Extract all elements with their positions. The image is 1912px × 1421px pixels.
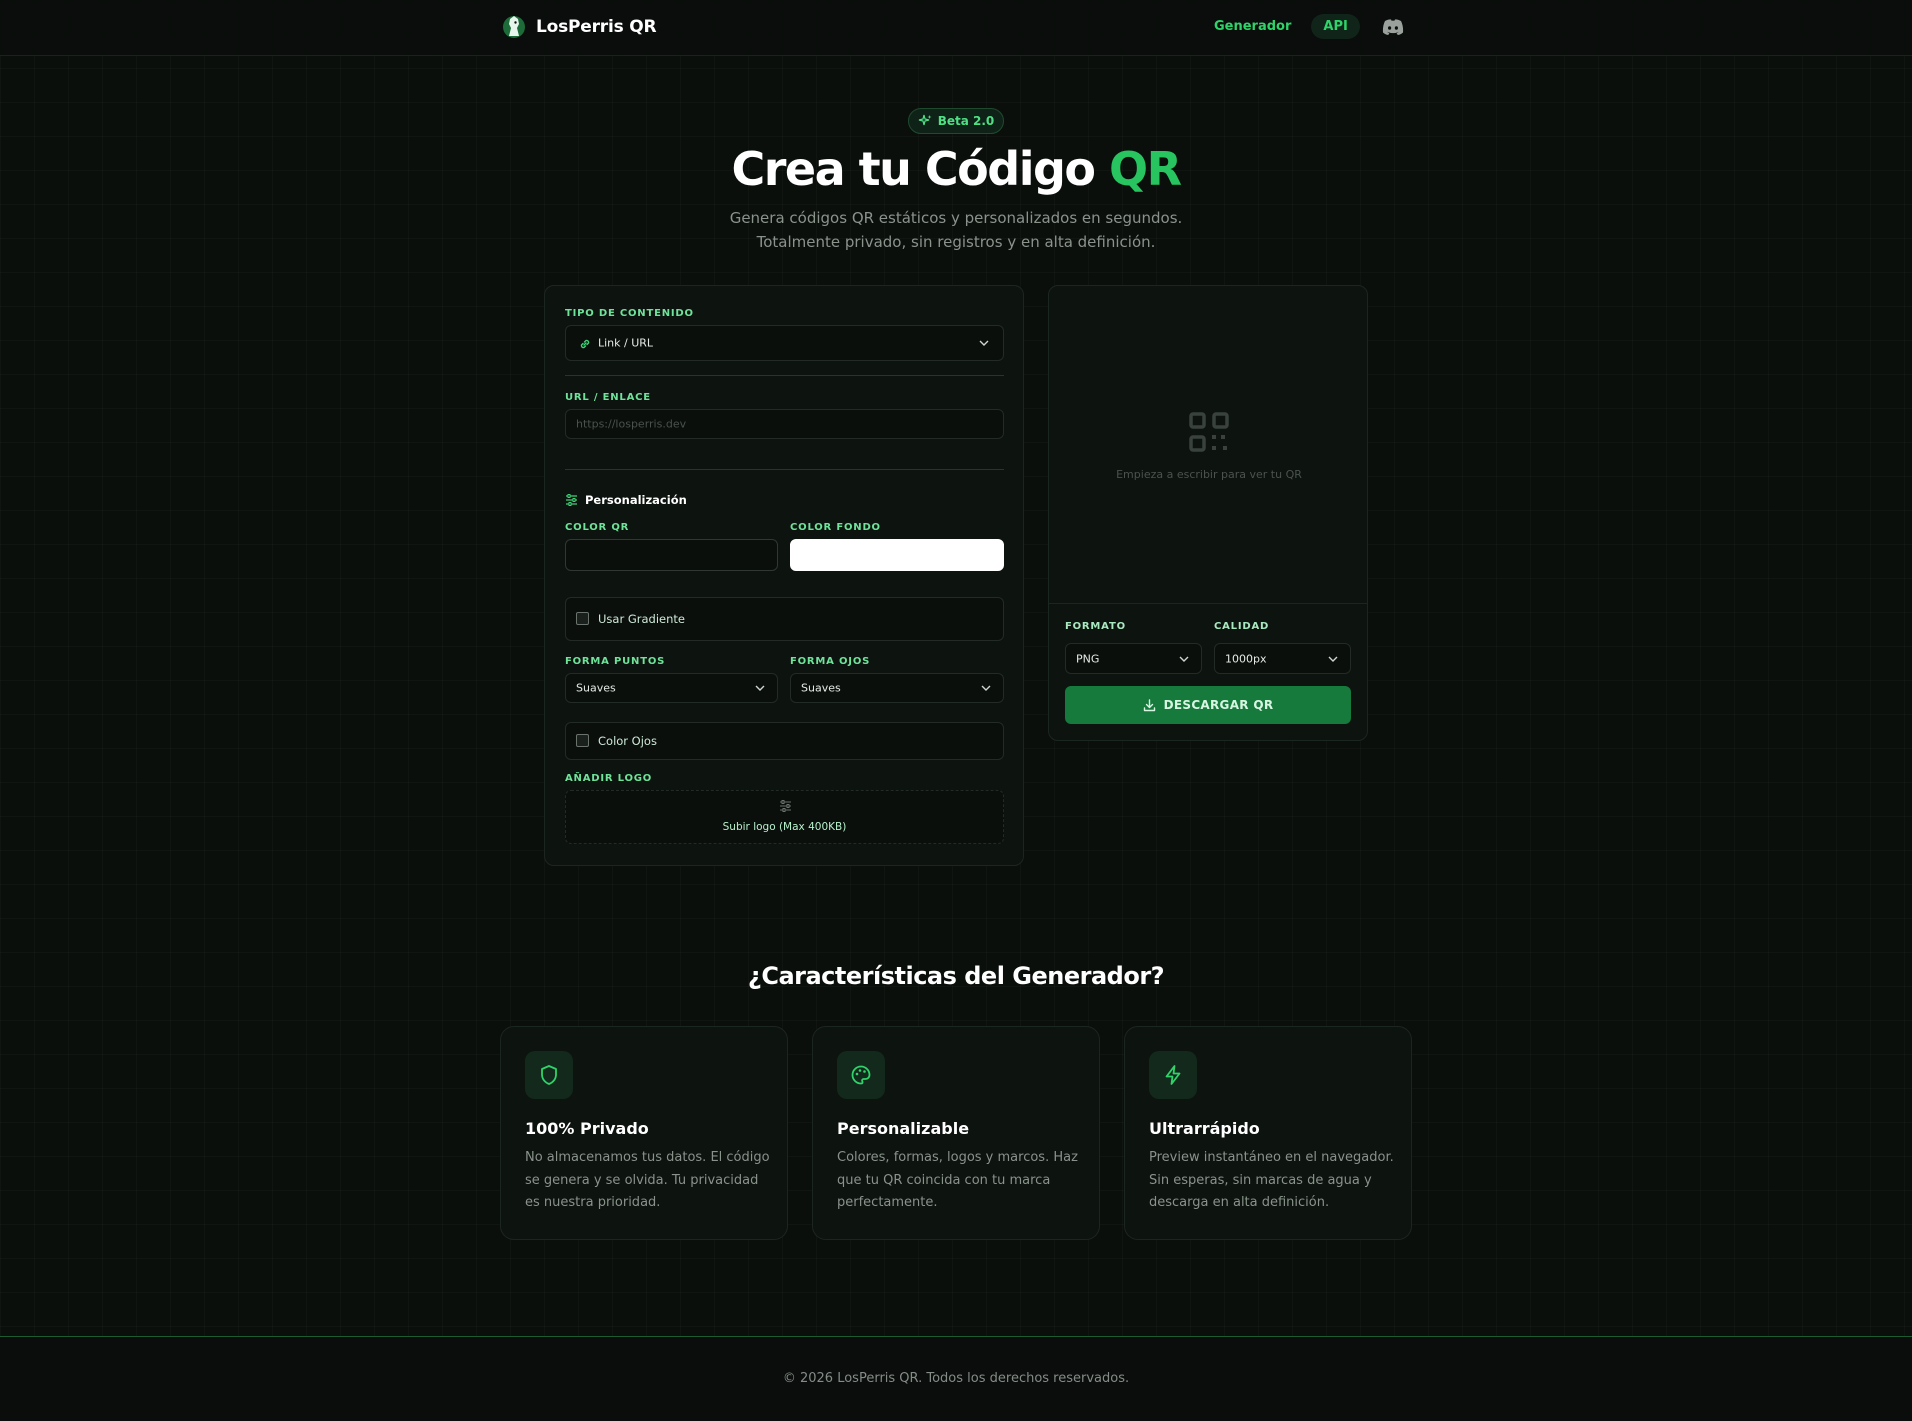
hero-subtitle: Genera códigos QR estáticos y personaliz… <box>729 209 1183 251</box>
nav-generator-link[interactable]: Generador <box>1206 14 1299 39</box>
badge-label: Beta 2.0 <box>937 114 995 128</box>
color-bg-label: COLOR FONDO <box>790 522 881 533</box>
sparkles-icon <box>918 114 932 126</box>
format-value: PNG <box>1076 652 1100 665</box>
chevron-down-icon <box>979 340 989 346</box>
footer-copyright: © 2026 LosPerris QR. Todos los derechos … <box>782 1371 1130 1386</box>
feature-name: Ultrarrápido <box>1149 1119 1260 1138</box>
feature-name: Personalizable <box>837 1119 970 1138</box>
sliders-icon <box>566 494 577 506</box>
title-accent: QR <box>1109 142 1182 196</box>
feature-description: No almacenamos tus datos. El código se g… <box>525 1150 770 1210</box>
gradient-label: Usar Gradiente <box>598 612 685 626</box>
feature-card-fast: Ultrarrápido Preview instantáneo en el n… <box>1124 1026 1412 1240</box>
feature-description: Colores, formas, logos y marcos. Haz que… <box>837 1150 1078 1210</box>
palette-icon <box>851 1065 871 1085</box>
brand[interactable]: LosPerris QR <box>502 14 657 40</box>
content-type-value: Link / URL <box>598 336 654 350</box>
features-title: ¿Características del Generador? <box>747 962 1165 990</box>
eyes-label: FORMA OJOS <box>790 656 871 667</box>
discord-icon[interactable] <box>1382 18 1404 36</box>
chevron-down-icon <box>1328 656 1338 662</box>
color-qr-label: COLOR QR <box>565 522 630 533</box>
nav-api-link[interactable]: API <box>1311 14 1360 39</box>
sliders-icon <box>780 800 791 812</box>
quality-label: CALIDAD <box>1214 621 1270 632</box>
url-input[interactable]: https://losperris.dev <box>565 409 1004 439</box>
eye-color-label: Color Ojos <box>598 734 657 748</box>
feature-card-customizable: Personalizable Colores, formas, logos y … <box>812 1026 1100 1240</box>
download-label: DESCARGAR QR <box>1163 698 1274 712</box>
feature-icon-box <box>525 1051 573 1099</box>
content-type-label: TIPO DE CONTENIDO <box>565 308 694 319</box>
feature-card-private: 100% Privado No almacenamos tus datos. E… <box>500 1026 788 1240</box>
page-title: Crea tu Código QR <box>0 142 1912 196</box>
download-icon <box>1143 698 1155 711</box>
beta-badge: Beta 2.0 <box>908 108 1004 134</box>
preview-placeholder: Empieza a escribir para ver tu QR <box>1116 468 1302 481</box>
gradient-checkbox[interactable] <box>576 612 589 625</box>
color-qr-picker[interactable] <box>565 539 778 571</box>
logo-label: AÑADIR LOGO <box>565 773 653 784</box>
brand-name: LosPerris QR <box>536 17 657 37</box>
format-label: FORMATO <box>1065 621 1126 632</box>
title-main: Crea tu Código <box>731 142 1096 196</box>
customization-title: Personalización <box>585 493 687 507</box>
divider <box>565 469 1004 470</box>
url-placeholder: https://losperris.dev <box>576 417 687 431</box>
qr-form-card: TIPO DE CONTENIDO Link / URL URL / ENLAC… <box>544 285 1024 866</box>
gradient-toggle-row[interactable]: Usar Gradiente <box>565 597 1004 641</box>
main-nav: Generador API <box>1206 14 1360 39</box>
qr-code-icon <box>1189 412 1229 452</box>
quality-select[interactable]: 1000px <box>1214 643 1351 674</box>
url-label: URL / ENLACE <box>565 392 651 403</box>
feature-icon-box <box>837 1051 885 1099</box>
eyes-value: Suaves <box>801 681 841 695</box>
content-type-select[interactable]: Link / URL <box>565 325 1004 361</box>
dots-shape-select[interactable]: Suaves <box>565 673 778 703</box>
chevron-down-icon <box>981 685 991 691</box>
qr-preview-area: Empieza a escribir para ver tu QR <box>1049 286 1367 604</box>
link-icon <box>580 339 590 349</box>
eye-color-checkbox[interactable] <box>576 734 589 747</box>
quality-value: 1000px <box>1225 652 1267 665</box>
footer: © 2026 LosPerris QR. Todos los derechos … <box>0 1336 1912 1421</box>
feature-icon-box <box>1149 1051 1197 1099</box>
dots-label: FORMA PUNTOS <box>565 656 666 667</box>
color-bg-picker[interactable] <box>790 539 1004 571</box>
shield-icon <box>541 1065 557 1085</box>
feature-name: 100% Privado <box>525 1119 649 1138</box>
top-navbar: LosPerris QR Generador API <box>0 0 1912 56</box>
eye-color-toggle-row[interactable]: Color Ojos <box>565 722 1004 760</box>
logo-upload-dropzone[interactable]: Subir logo (Max 400KB) <box>565 790 1004 844</box>
logo-upload-label: Subir logo (Max 400KB) <box>722 821 847 833</box>
download-qr-button[interactable]: DESCARGAR QR <box>1065 686 1351 724</box>
feature-description: Preview instantáneo en el navegador. Sin… <box>1149 1150 1394 1210</box>
eyes-shape-select[interactable]: Suaves <box>790 673 1004 703</box>
dog-logo-icon <box>503 16 525 38</box>
divider <box>565 375 1004 376</box>
format-select[interactable]: PNG <box>1065 643 1202 674</box>
chevron-down-icon <box>1179 656 1189 662</box>
chevron-down-icon <box>755 685 765 691</box>
zap-icon <box>1165 1065 1181 1085</box>
dots-value: Suaves <box>576 681 616 695</box>
qr-preview-card: Empieza a escribir para ver tu QR FORMAT… <box>1048 285 1368 741</box>
